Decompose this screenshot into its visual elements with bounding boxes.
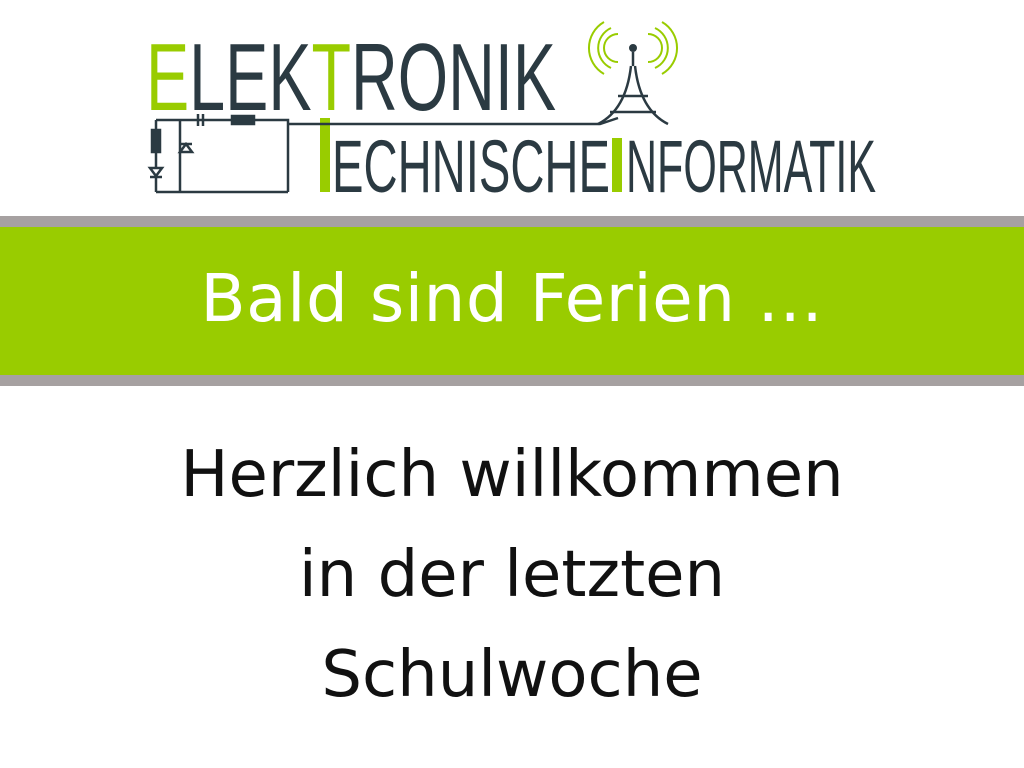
logo-t-stem	[320, 118, 330, 192]
banner-title: Bald sind Ferien …	[200, 260, 824, 337]
svg-text:ELEKTRONIK: ELEKTRONIK	[146, 24, 556, 131]
welcome-line-1: Herzlich willkommen	[180, 438, 844, 512]
welcome-message: Herzlich willkommen in der letzten Schul…	[0, 425, 1024, 725]
welcome-line-2: in der letzten	[298, 538, 726, 612]
logo-letter-i	[612, 138, 622, 192]
logo: ELEKTRONIK ECHNISCHE NFORMATIK	[140, 20, 880, 200]
logo-letter-t: T	[311, 24, 351, 131]
logo-text-technische: ECHNISCHE	[332, 125, 610, 200]
welcome-line-3: Schulwoche	[321, 638, 703, 712]
slide: ELEKTRONIK ECHNISCHE NFORMATIK Bald sind…	[0, 0, 1024, 768]
logo-letter-e: E	[146, 24, 189, 131]
banner-band: Bald sind Ferien …	[0, 216, 1024, 386]
radio-tower-icon	[587, 21, 679, 126]
banner: Bald sind Ferien …	[0, 227, 1024, 375]
logo-text-nformatik: NFORMATIK	[626, 125, 876, 200]
logo-letters-ronik: RONIK	[351, 24, 556, 131]
